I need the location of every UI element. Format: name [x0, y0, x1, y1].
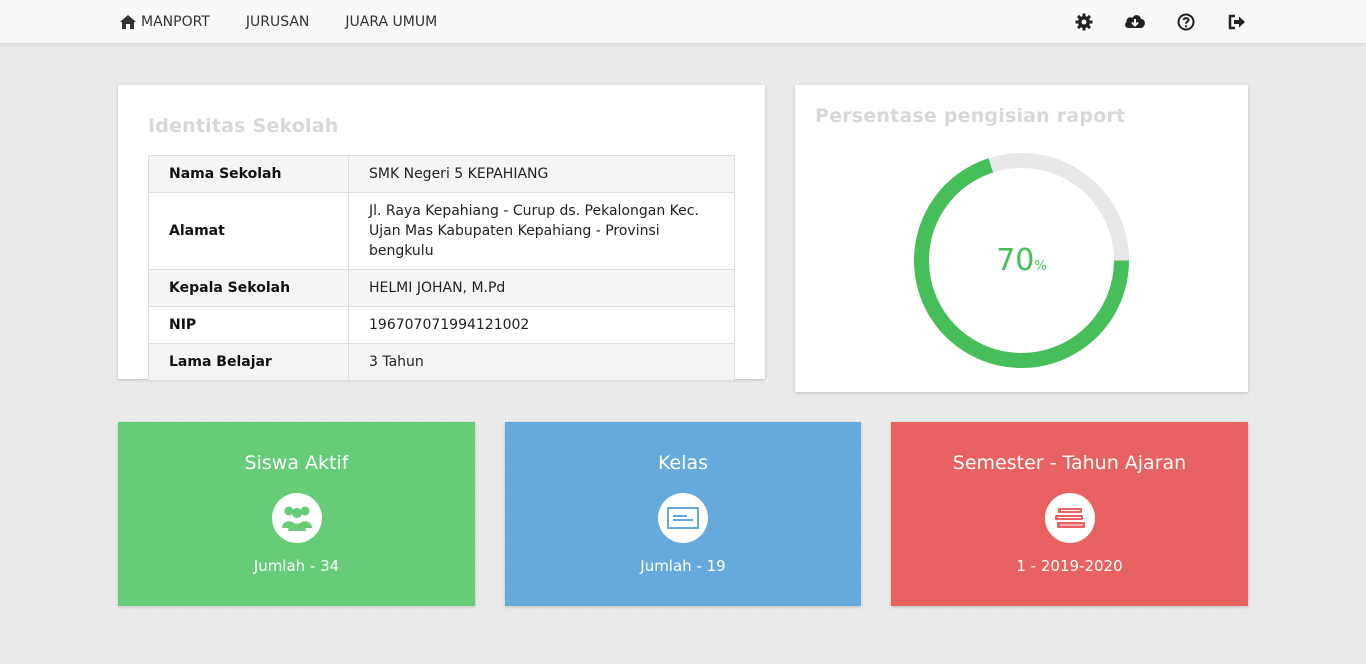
row-value: SMK Negeri 5 KEPAHIANG: [348, 155, 735, 193]
identity-card: Identitas Sekolah Nama Sekolah SMK Neger…: [118, 85, 765, 381]
row-key: Nama Sekolah: [148, 155, 349, 193]
books-icon: [1044, 493, 1095, 543]
home-icon: [120, 15, 136, 29]
progress-number: 70: [996, 243, 1035, 278]
tile-count: 1 - 2019-2020: [1016, 557, 1123, 575]
nav-link-jurusan[interactable]: JURUSAN: [246, 14, 310, 30]
users-icon: [271, 493, 322, 543]
row-key: Kepala Sekolah: [148, 269, 349, 307]
row-key: NIP: [148, 306, 349, 344]
tile-semester[interactable]: Semester - Tahun Ajaran 1 - 2019-2020: [891, 422, 1248, 606]
tile-count: Jumlah - 19: [640, 557, 726, 575]
row-value: Jl. Raya Kepahiang - Curup ds. Pekalonga…: [348, 192, 735, 270]
row-value: 196707071994121002: [348, 306, 735, 344]
help-icon[interactable]: [1175, 11, 1197, 33]
tile-title: Semester - Tahun Ajaran: [952, 452, 1187, 474]
cloud-download-icon[interactable]: [1124, 11, 1146, 33]
gear-icon[interactable]: [1073, 11, 1095, 33]
tile-kelas[interactable]: Kelas Jumlah - 19: [505, 422, 861, 606]
row-key: Lama Belajar: [148, 343, 349, 381]
row-key: Alamat: [148, 192, 349, 270]
nav-link-label: JURUSAN: [245, 14, 310, 30]
table-row: Nama Sekolah SMK Negeri 5 KEPAHIANG: [148, 155, 735, 193]
tile-siswa-aktif[interactable]: Siswa Aktif Jumlah - 34: [118, 422, 475, 606]
logout-icon[interactable]: [1226, 11, 1248, 33]
table-row: Kepala Sekolah HELMI JOHAN, M.Pd: [148, 269, 735, 307]
tile-count: Jumlah - 34: [253, 557, 340, 575]
table-row: Lama Belajar 3 Tahun: [148, 343, 735, 381]
board-icon: [658, 493, 708, 543]
nav-links: MANPORT JURUSAN JUARA UMUM: [119, 0, 473, 44]
table-row: NIP 196707071994121002: [148, 306, 735, 344]
progress-card: Persentase pengisian raport 70 %: [795, 85, 1248, 392]
nav-link-juara-umum[interactable]: JUARA UMUM: [345, 14, 437, 30]
identity-table: Nama Sekolah SMK Negeri 5 KEPAHIANG Alam…: [148, 155, 735, 381]
nav-brand-link[interactable]: MANPORT: [119, 14, 210, 30]
tile-title: Kelas: [657, 452, 709, 474]
tile-title: Siswa Aktif: [244, 452, 349, 474]
progress-value: 70 %: [912, 151, 1131, 370]
row-value: 3 Tahun: [348, 343, 735, 381]
nav-link-label: JUARA UMUM: [345, 14, 438, 30]
row-value: HELMI JOHAN, M.Pd: [348, 269, 735, 307]
nav-brand-label: MANPORT: [141, 14, 210, 30]
nav-actions: [1044, 0, 1248, 44]
progress-unit: %: [1034, 259, 1047, 274]
top-navbar: MANPORT JURUSAN JUARA UMUM: [0, 0, 1366, 44]
table-row: Alamat Jl. Raya Kepahiang - Curup ds. Pe…: [148, 192, 735, 270]
identity-title: Identitas Sekolah: [148, 115, 339, 137]
progress-title: Persentase pengisian raport: [815, 105, 1126, 127]
